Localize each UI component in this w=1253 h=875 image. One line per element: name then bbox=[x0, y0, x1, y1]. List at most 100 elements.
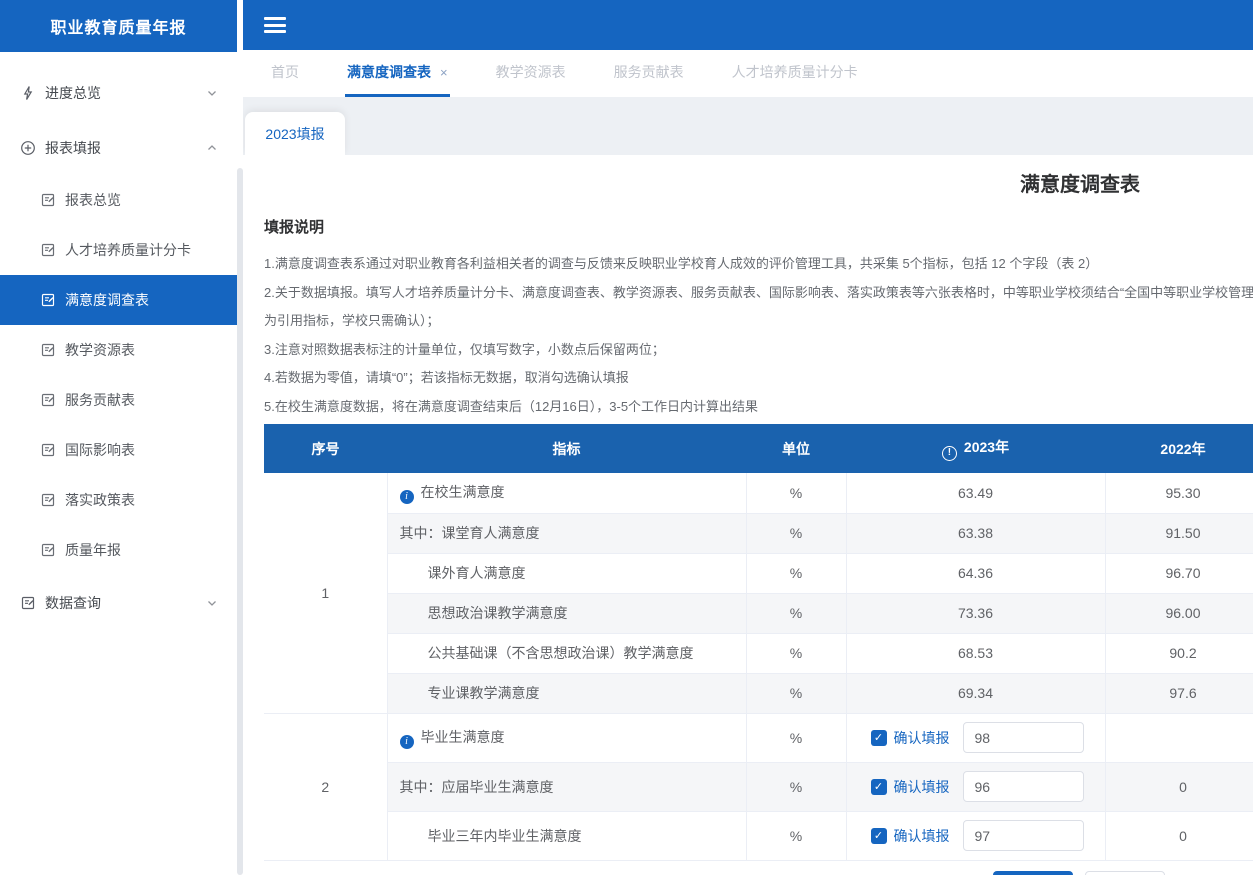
confirm-label: 确认填报 bbox=[894, 826, 950, 846]
value-2023-cell: ✓确认填报 bbox=[846, 713, 1105, 762]
form-icon bbox=[40, 492, 56, 508]
sidebar: 职业教育质量年报 进度总览报表填报报表总览人才培养质量计分卡满意度调查表教学资源… bbox=[0, 0, 237, 875]
indicator-cell: 专业课教学满意度 bbox=[387, 673, 746, 713]
table-row: 思想政治课教学满意度%73.3696.00 bbox=[264, 593, 1253, 633]
tab-首页[interactable]: 首页 bbox=[269, 50, 301, 97]
value-2023-cell: 69.34 bbox=[846, 673, 1105, 713]
sidebar-item-1[interactable]: 报表填报 bbox=[0, 120, 237, 175]
menu-toggle-icon[interactable] bbox=[264, 17, 286, 33]
value-2022-cell: 91.50 bbox=[1105, 513, 1253, 553]
form-icon bbox=[40, 442, 56, 458]
value-2022-cell: 0 bbox=[1105, 762, 1253, 811]
seq-cell: 2 bbox=[264, 713, 387, 860]
confirm-checkbox[interactable]: ✓ bbox=[871, 779, 887, 795]
sidebar-subitem[interactable]: 满意度调查表 bbox=[0, 275, 237, 325]
sidebar-subitem[interactable]: 人才培养质量计分卡 bbox=[0, 225, 237, 275]
indicator-label: 公共基础课（不含思想政治课）教学满意度 bbox=[428, 645, 694, 661]
unit-cell: % bbox=[746, 553, 846, 593]
indicator-label: 毕业三年内毕业生满意度 bbox=[428, 828, 582, 844]
tab-服务贡献表[interactable]: 服务贡献表 bbox=[612, 50, 686, 97]
tab-人才培养质量计分卡[interactable]: 人才培养质量计分卡 bbox=[730, 50, 860, 97]
indicator-cell: 其中：应届毕业生满意度 bbox=[387, 762, 746, 811]
close-icon[interactable]: × bbox=[440, 65, 448, 80]
sidebar-subitem-label: 人才培养质量计分卡 bbox=[65, 240, 191, 260]
indicator-label: 其中：课堂育人满意度 bbox=[400, 525, 540, 541]
value-2023-cell: ✓ 确认填报 bbox=[846, 811, 1105, 860]
main-area: 首页满意度调查表×教学资源表服务贡献表人才培养质量计分卡 2023填报 满意度调… bbox=[243, 0, 1253, 875]
page-content: 满意度调查表 填报说明 1.满意度调查表系通过对职业教育各利益相关者的调查与反馈… bbox=[243, 155, 1253, 875]
indicator-cell: 其中：课堂育人满意度 bbox=[387, 513, 746, 553]
table-row: 2i毕业生满意度%✓确认填报 bbox=[264, 713, 1253, 762]
sidebar-item-label: 进度总览 bbox=[45, 83, 205, 103]
confirm-checkbox[interactable]: ✓ bbox=[871, 730, 887, 746]
unit-cell: % bbox=[746, 811, 846, 860]
form-icon bbox=[40, 242, 56, 258]
value-2023-input[interactable] bbox=[963, 722, 1084, 753]
confirm-checkbox[interactable]: ✓ bbox=[871, 828, 887, 844]
chevron-up-icon bbox=[205, 141, 219, 155]
column-header-label: 2022年 bbox=[1160, 441, 1205, 457]
indicator-cell: 课外育人满意度 bbox=[387, 553, 746, 593]
sidebar-subitem[interactable]: 教学资源表 bbox=[0, 325, 237, 375]
column-header-label: 2023年 bbox=[964, 439, 1009, 455]
chevron-down-icon bbox=[205, 86, 219, 100]
indicator-cell: 思想政治课教学满意度 bbox=[387, 593, 746, 633]
confirm-label: 确认填报 bbox=[894, 777, 950, 797]
indicator-label: 毕业生满意度 bbox=[421, 729, 505, 745]
value-2023-input[interactable] bbox=[963, 820, 1084, 851]
table-row: 公共基础课（不含思想政治课）教学满意度%68.5390.2 bbox=[264, 633, 1253, 673]
form-icon bbox=[20, 595, 36, 611]
column-header: 单位 bbox=[746, 424, 846, 473]
unit-cell: % bbox=[746, 513, 846, 553]
tab-label: 满意度调查表 bbox=[347, 62, 431, 82]
value-2023-input[interactable] bbox=[963, 771, 1084, 802]
value-2023-cell: 64.36 bbox=[846, 553, 1105, 593]
subtab-strip: 2023填报 bbox=[243, 97, 1253, 155]
value-2022-cell bbox=[1105, 713, 1253, 762]
indicator-cell: 毕业三年内毕业生满意度 bbox=[387, 811, 746, 860]
instruction-line: 1.满意度调查表系通过对职业教育各利益相关者的调查与反馈来反映职业学校育人成效的… bbox=[264, 250, 1253, 279]
instruction-line: 为引用指标，学校只需确认）； bbox=[264, 307, 1253, 336]
instruction-line: 3.注意对照数据表标注的计量单位，仅填写数字，小数点后保留两位； bbox=[264, 336, 1253, 365]
instruction-line: 4.若数据为零值，请填“0”；若该指标无数据，取消勾选确认填报 bbox=[264, 364, 1253, 393]
table-row: 1i在校生满意度%63.4995.30 bbox=[264, 473, 1253, 513]
page-title: 满意度调查表 bbox=[264, 172, 1253, 198]
column-header: !2023年 bbox=[846, 424, 1105, 473]
value-2022-cell: 95.30 bbox=[1105, 473, 1253, 513]
unit-cell: % bbox=[746, 673, 846, 713]
value-2022-cell: 96.70 bbox=[1105, 553, 1253, 593]
value-2023-cell: ✓ 确认填报 bbox=[846, 762, 1105, 811]
save-button[interactable] bbox=[993, 871, 1073, 875]
tab-label: 服务贡献表 bbox=[614, 62, 684, 82]
seq-cell: 1 bbox=[264, 473, 387, 713]
indicator-label: 课外育人满意度 bbox=[428, 565, 526, 581]
sidebar-item-0[interactable]: 进度总览 bbox=[0, 65, 237, 120]
value-2023-cell: 73.36 bbox=[846, 593, 1105, 633]
tab-满意度调查表[interactable]: 满意度调查表 × bbox=[345, 50, 450, 97]
column-header-label: 指标 bbox=[553, 441, 581, 457]
column-header: 指标 bbox=[387, 424, 746, 473]
column-header: 序号 bbox=[264, 424, 387, 473]
sidebar-subitem-label: 教学资源表 bbox=[65, 340, 135, 360]
sidebar-subitem[interactable]: 服务贡献表 bbox=[0, 375, 237, 425]
form-icon bbox=[40, 342, 56, 358]
instruction-line: 2.关于数据填报。填写人才培养质量计分卡、满意度调查表、教学资源表、服务贡献表、… bbox=[264, 279, 1253, 308]
unit-cell: % bbox=[746, 762, 846, 811]
subtab-2023[interactable]: 2023填报 bbox=[245, 112, 345, 155]
sidebar-subitem[interactable]: 国际影响表 bbox=[0, 425, 237, 475]
form-icon bbox=[40, 392, 56, 408]
tab-教学资源表[interactable]: 教学资源表 bbox=[494, 50, 568, 97]
info-icon: i bbox=[400, 735, 414, 749]
table-row: 课外育人满意度%64.3696.70 bbox=[264, 553, 1253, 593]
instruction-line: 5.在校生满意度数据，将在满意度调查结束后（12月16日），3-5个工作日内计算… bbox=[264, 393, 1253, 422]
sidebar-subitem[interactable]: 报表总览 bbox=[0, 175, 237, 225]
topbar bbox=[243, 0, 1253, 50]
sidebar-subitem[interactable]: 质量年报 bbox=[0, 525, 237, 575]
value-2022-cell: 0 bbox=[1105, 811, 1253, 860]
sidebar-subitem-label: 国际影响表 bbox=[65, 440, 135, 460]
value-2023-cell: 63.38 bbox=[846, 513, 1105, 553]
sidebar-item-2[interactable]: 数据查询 bbox=[0, 575, 237, 630]
sidebar-item-label: 报表填报 bbox=[45, 138, 205, 158]
sidebar-subitem[interactable]: 落实政策表 bbox=[0, 475, 237, 525]
cancel-button[interactable] bbox=[1085, 871, 1165, 875]
